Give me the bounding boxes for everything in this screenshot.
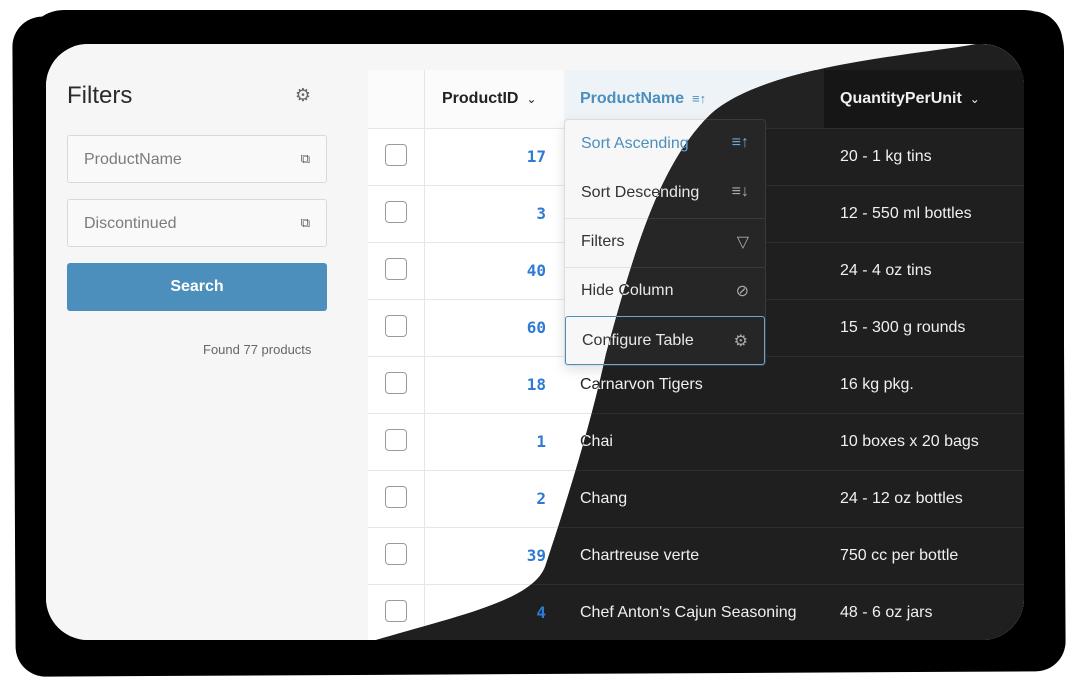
quantity-per-unit: 48 - 6 oz jars [840, 604, 933, 621]
quantity-per-unit: 15 - 300 g rounds [840, 319, 966, 336]
row-checkbox[interactable] [385, 429, 407, 451]
gear-icon[interactable]: ⚙ [292, 84, 314, 106]
column-label: ProductName [580, 90, 685, 107]
quantity-per-unit: 20 - 1 kg tins [840, 148, 932, 165]
sort-descending-icon: ≡↓ [731, 183, 749, 200]
row-checkbox[interactable] [385, 315, 407, 337]
search-button[interactable]: Search [67, 263, 327, 311]
discontinued-placeholder: Discontinued [84, 215, 177, 232]
screenshot-stage: Filters ⚙ ProductName ⧉ Discontinued ⧉ S… [0, 0, 1069, 684]
chevron-down-icon: ⌄ [969, 92, 980, 106]
quantity-per-unit: 16 kg pkg. [840, 376, 914, 393]
row-checkbox[interactable] [385, 258, 407, 280]
product-id: 2 [536, 489, 546, 508]
row-checkbox[interactable] [385, 600, 407, 622]
product-id: 39 [526, 546, 546, 565]
copy-icon: ⧉ [300, 151, 310, 166]
column-label: QuantityPerUnit [840, 90, 962, 107]
eye-off-icon: ⊘ [735, 283, 749, 300]
menu-item-label: Sort Ascending [581, 135, 689, 152]
product-id: 17 [526, 147, 546, 166]
filter-icon: ▽ [736, 234, 749, 251]
product-name: Chang [580, 490, 628, 507]
quantity-per-unit: 10 boxes x 20 bags [840, 433, 979, 450]
filters-title: Filters [67, 82, 133, 109]
column-header-quantityperunit[interactable]: QuantityPerUnit ⌄ [824, 70, 1024, 128]
row-checkbox[interactable] [385, 372, 407, 394]
product-name: Chartreuse verte [580, 547, 700, 564]
product-id: 60 [526, 318, 546, 337]
quantity-per-unit: 24 - 4 oz tins [840, 262, 932, 279]
product-id: 3 [536, 204, 546, 223]
results-count: Found 77 products [203, 342, 312, 357]
gear-icon: ⚙ [733, 333, 748, 350]
row-checkbox[interactable] [385, 486, 407, 508]
row-checkbox[interactable] [385, 543, 407, 565]
column-header-productid[interactable]: ProductID ⌄ [442, 70, 537, 128]
quantity-per-unit: 750 cc per bottle [840, 547, 959, 564]
product-id: 1 [536, 432, 546, 451]
row-checkbox[interactable] [385, 201, 407, 223]
productname-placeholder: ProductName [84, 151, 182, 168]
discontinued-filter-input[interactable]: Discontinued ⧉ [67, 199, 327, 247]
quantity-per-unit: 24 - 12 oz bottles [840, 490, 963, 507]
quantity-per-unit: 12 - 550 ml bottles [840, 205, 972, 222]
menu-item-label: Filters [581, 233, 625, 250]
column-label: ProductID [442, 90, 519, 107]
product-id: 18 [526, 375, 546, 394]
row-checkbox[interactable] [385, 144, 407, 166]
product-id: 40 [526, 261, 546, 280]
chevron-down-icon: ⌄ [526, 92, 537, 106]
app-card: Filters ⚙ ProductName ⧉ Discontinued ⧉ S… [46, 44, 1024, 640]
sort-ascending-icon: ≡↑ [692, 91, 707, 106]
sort-ascending-icon: ≡↑ [731, 134, 749, 151]
copy-icon: ⧉ [300, 215, 310, 230]
product-name: Chef Anton's Cajun Seasoning [580, 604, 797, 621]
productname-filter-input[interactable]: ProductName ⧉ [67, 135, 327, 183]
